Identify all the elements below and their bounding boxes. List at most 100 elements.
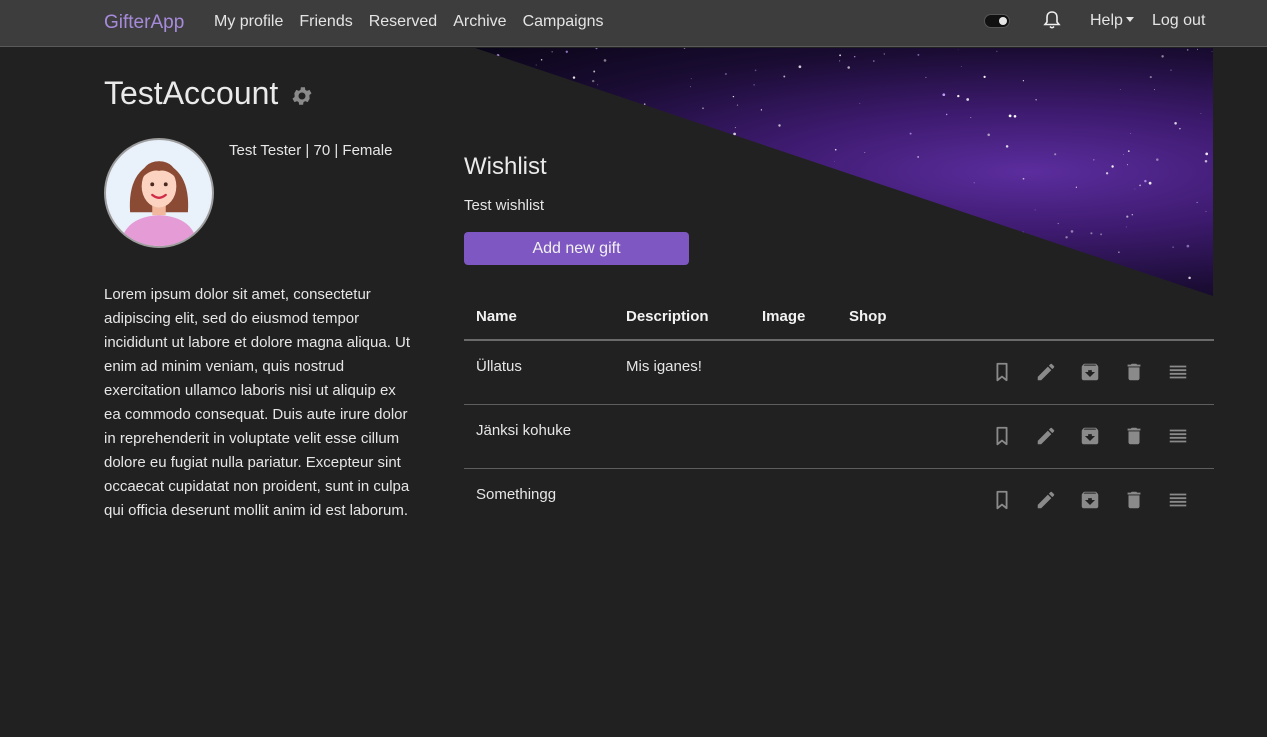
star [764,216,767,220]
gift-name: Üllatus [476,358,522,375]
star [842,271,845,274]
star [1005,145,1009,148]
star [674,194,676,195]
pencil-icon[interactable] [1034,488,1058,512]
star [543,80,545,82]
star [736,104,739,106]
row-actions [990,424,1190,448]
star [651,226,654,229]
nav-archive[interactable]: Archive [453,13,506,31]
star [1100,233,1103,236]
bookmark-icon[interactable] [990,488,1014,512]
drag-handle-icon[interactable] [1166,360,1190,384]
add-new-gift-button[interactable]: Add new gift [464,232,689,265]
profile-bio: Lorem ipsum dolor sit amet, consectetur … [104,286,411,519]
star [572,226,575,229]
table-header: Name Description Image Shop [464,294,1214,341]
star [814,262,816,264]
star [1170,69,1172,71]
logout-link[interactable]: Log out [1152,12,1205,30]
nav-my-profile[interactable]: My profile [214,13,283,31]
star [1205,210,1207,212]
table-row: Üllatus Mis iganes! [464,341,1214,405]
star [1134,188,1136,190]
star [1123,154,1124,155]
star [964,275,966,277]
star [565,50,568,53]
star [735,210,738,213]
drag-handle-icon[interactable] [1166,424,1190,448]
star [1211,51,1213,52]
star [836,186,838,188]
star [1186,244,1190,248]
trash-icon[interactable] [1122,424,1146,448]
star [785,201,788,203]
star [593,70,596,73]
star [603,214,606,216]
star [592,79,595,83]
bell-icon[interactable] [1042,10,1062,30]
navbar: GifterApp My profile Friends Reserved Ar… [0,0,1267,47]
star [689,86,691,88]
star [1153,89,1155,91]
archive-icon[interactable] [1078,360,1102,384]
star [807,230,809,232]
nav-links: My profile Friends Reserved Archive Camp… [214,13,604,31]
nav-friends[interactable]: Friends [299,13,352,31]
row-actions [990,488,1190,512]
star [725,220,727,222]
archive-icon[interactable] [1078,424,1102,448]
trash-icon[interactable] [1122,360,1146,384]
star [646,183,648,185]
drag-handle-icon[interactable] [1166,488,1190,512]
star [987,133,990,137]
toggle-knob [999,17,1007,25]
theme-toggle[interactable] [984,14,1010,28]
trash-icon[interactable] [1122,488,1146,512]
nav-reserved[interactable]: Reserved [369,13,437,31]
star [624,201,626,203]
star [778,124,781,127]
bookmark-icon[interactable] [990,360,1014,384]
star [783,75,786,78]
star [688,200,690,203]
star [1126,164,1129,166]
star [1093,159,1095,161]
star [1205,152,1209,156]
star [680,133,682,135]
star [970,117,972,119]
star [983,75,986,79]
star [683,48,686,49]
star [1118,251,1120,253]
star [587,222,591,225]
star [1179,127,1181,130]
star [762,233,766,236]
bookmark-icon[interactable] [990,424,1014,448]
star [1156,158,1159,161]
star [1105,172,1109,175]
star [1013,114,1017,118]
help-dropdown[interactable]: Help [1090,12,1134,30]
star [582,288,583,290]
archive-icon[interactable] [1078,488,1102,512]
brand-link[interactable]: GifterApp [104,12,184,34]
star [1161,55,1164,58]
star [903,237,907,241]
star [572,76,576,79]
pencil-icon[interactable] [1034,360,1058,384]
nav-campaigns[interactable]: Campaigns [523,13,604,31]
star [1090,232,1093,235]
star [1139,184,1141,187]
gear-icon[interactable] [290,84,314,108]
star [872,60,875,62]
star [909,132,912,135]
star [853,55,856,58]
pencil-icon[interactable] [1034,424,1058,448]
star [702,107,704,110]
star [1054,153,1057,156]
star [757,243,759,245]
star [554,165,557,168]
star [1186,49,1189,51]
star [694,282,697,285]
star [838,60,841,62]
